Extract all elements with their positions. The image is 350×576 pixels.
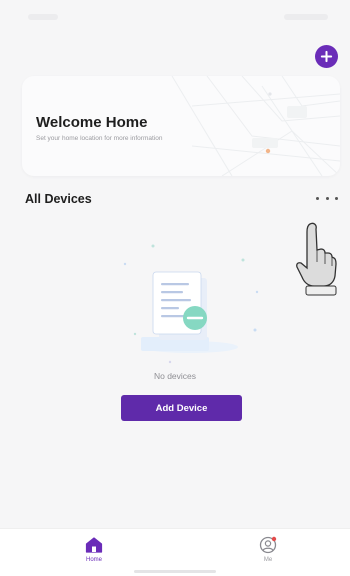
tab-home[interactable]: Home xyxy=(64,529,124,576)
welcome-title: Welcome Home xyxy=(36,114,148,131)
status-bar-time xyxy=(28,14,58,20)
user-circle-icon xyxy=(259,536,277,554)
tab-home-label: Home xyxy=(85,557,102,563)
home-indicator xyxy=(134,570,216,573)
tab-me[interactable]: Me xyxy=(238,529,298,576)
welcome-card[interactable]: Welcome Home Set your home location for … xyxy=(22,76,340,176)
home-icon xyxy=(85,537,103,553)
empty-state-text: No devices xyxy=(153,371,197,381)
status-bar-indicators xyxy=(284,14,328,20)
more-horizontal-icon xyxy=(316,196,319,200)
tab-bar: Home Me xyxy=(0,528,350,576)
more-options-button[interactable] xyxy=(316,192,338,204)
welcome-subtitle: Set your home location for more informat… xyxy=(36,135,163,142)
empty-devices-illustration xyxy=(123,244,259,364)
map-pin-icon xyxy=(265,148,271,154)
add-device-button[interactable]: Add Device xyxy=(121,395,242,421)
pointing-hand-icon xyxy=(296,222,337,296)
tab-me-label: Me xyxy=(263,557,273,563)
add-button[interactable] xyxy=(315,45,338,68)
section-title: All Devices xyxy=(25,192,92,206)
notification-dot xyxy=(271,536,277,542)
status-bar xyxy=(0,0,350,40)
plus-icon xyxy=(320,50,333,63)
